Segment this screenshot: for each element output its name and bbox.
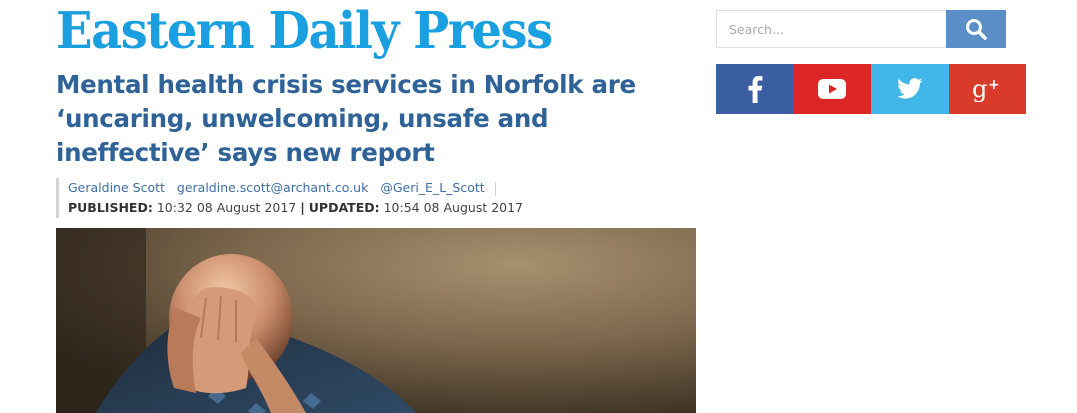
byline-dates: PUBLISHED: 10:32 08 August 2017 | UPDATE… [68, 198, 523, 218]
facebook-button[interactable] [716, 64, 794, 114]
distressed-man-photo [56, 228, 696, 413]
byline-authors: Geraldine Scott geraldine.scott@archant.… [68, 178, 523, 198]
svg-text:g: g [972, 76, 987, 102]
site-logo[interactable]: Eastern Daily Press [56, 2, 553, 61]
article-hero-image [56, 228, 696, 413]
twitter-button[interactable] [871, 64, 949, 114]
social-links: g + [716, 64, 1026, 114]
published-date: 10:32 08 August 2017 [156, 200, 297, 215]
google-plus-button[interactable]: g + [948, 64, 1026, 114]
author-link[interactable]: Geraldine Scott [68, 180, 165, 195]
search-input[interactable] [716, 10, 946, 48]
article-byline: Geraldine Scott geraldine.scott@archant.… [56, 178, 523, 218]
article-headline: Mental health crisis services in Norfolk… [56, 70, 636, 167]
youtube-icon [818, 79, 847, 99]
published-label: PUBLISHED: [68, 200, 153, 215]
youtube-button[interactable] [793, 64, 871, 114]
updated-label: UPDATED: [308, 200, 380, 215]
updated-date: 10:54 08 August 2017 [383, 200, 524, 215]
twitter-icon [896, 78, 923, 99]
facebook-icon [748, 76, 763, 103]
author-twitter-link[interactable]: @Geri_E_L_Scott [380, 180, 484, 195]
search-button[interactable] [946, 10, 1006, 48]
svg-text:+: + [988, 77, 1000, 93]
search-bar [716, 10, 1006, 48]
byline-divider [494, 181, 496, 196]
author-email-link[interactable]: geraldine.scott@archant.co.uk [177, 180, 368, 195]
date-separator: | [300, 200, 305, 215]
search-icon [966, 19, 987, 40]
google-plus-icon: g + [972, 76, 1000, 102]
